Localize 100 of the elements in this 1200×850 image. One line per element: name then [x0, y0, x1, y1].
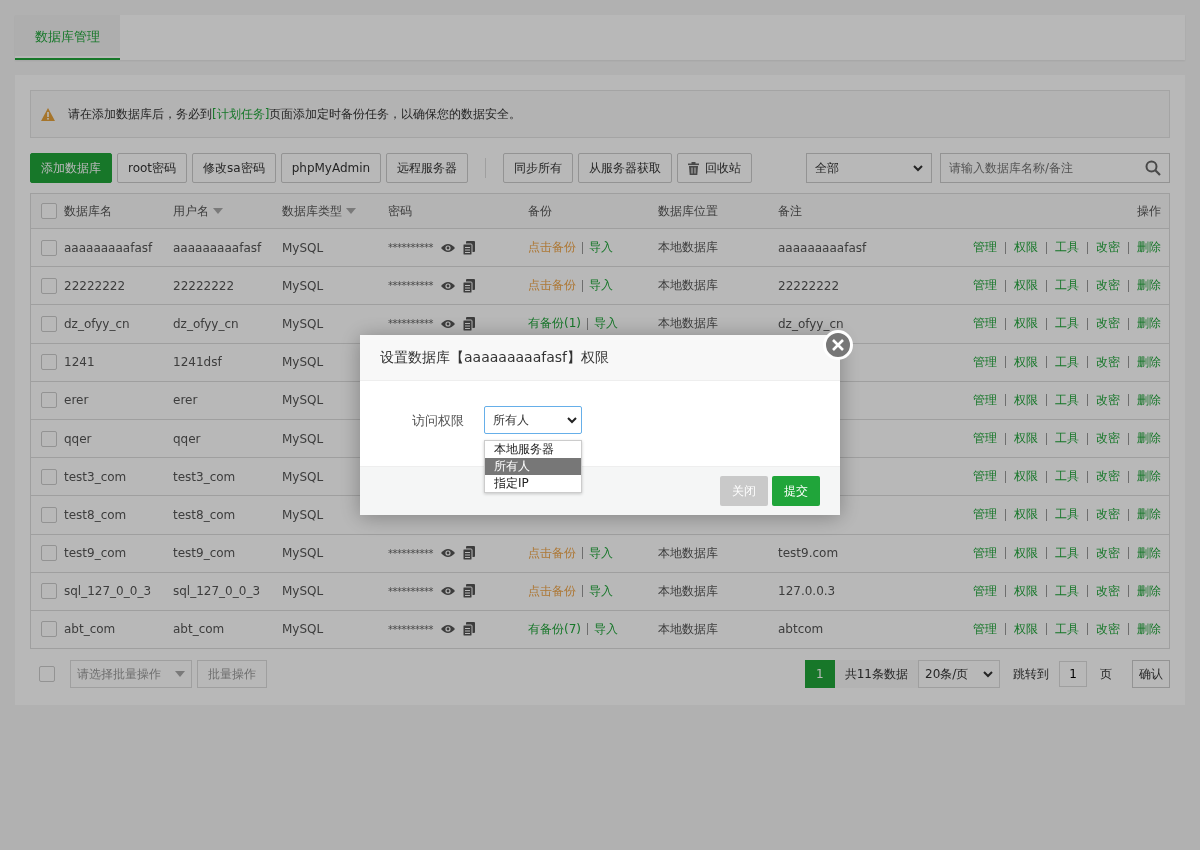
checkbox[interactable] — [40, 203, 57, 219]
action-link[interactable]: 工具 — [1055, 353, 1079, 371]
import-link[interactable]: 导入 — [589, 277, 613, 295]
action-link[interactable]: 改密 — [1096, 277, 1120, 295]
action-link[interactable]: 管理 — [973, 544, 997, 562]
action-link[interactable]: 权限 — [1014, 391, 1038, 409]
action-link[interactable]: 改密 — [1096, 315, 1120, 333]
action-link[interactable]: 改密 — [1096, 582, 1120, 600]
action-link[interactable]: 权限 — [1014, 544, 1038, 562]
column-header[interactable]: 用户名 — [173, 202, 223, 220]
action-link[interactable]: 工具 — [1055, 620, 1079, 638]
action-link[interactable]: 管理 — [973, 391, 997, 409]
action-link[interactable]: 删除 — [1137, 353, 1161, 371]
search-field[interactable]: 请输入数据库名称/备注 — [940, 153, 1170, 183]
action-link[interactable]: 工具 — [1055, 430, 1079, 448]
toolbar-button[interactable]: 修改sa密码 — [192, 153, 276, 183]
backup-link[interactable]: 点击备份 — [528, 544, 576, 562]
action-link[interactable]: 管理 — [973, 506, 997, 524]
action-link[interactable]: 删除 — [1137, 430, 1161, 448]
copy-icon[interactable] — [463, 240, 475, 255]
checkbox[interactable] — [40, 545, 57, 562]
action-link[interactable]: 改密 — [1096, 430, 1120, 448]
copy-icon[interactable] — [463, 316, 475, 331]
copy-icon[interactable] — [463, 546, 475, 561]
eye-icon[interactable] — [441, 548, 455, 559]
checkbox[interactable] — [40, 315, 57, 332]
filter-select[interactable]: 全部 — [806, 153, 932, 183]
checkbox[interactable] — [40, 430, 57, 447]
action-link[interactable]: 删除 — [1137, 544, 1161, 562]
batch-select[interactable]: 请选择批量操作 — [70, 660, 192, 689]
action-link[interactable]: 工具 — [1055, 468, 1079, 486]
eye-icon[interactable] — [441, 280, 455, 291]
action-link[interactable]: 管理 — [973, 239, 997, 257]
notice-link[interactable]: [计划任务] — [212, 106, 270, 121]
checkbox[interactable] — [39, 666, 55, 683]
action-link[interactable]: 删除 — [1137, 582, 1161, 600]
action-link[interactable]: 权限 — [1014, 353, 1038, 371]
column-header[interactable]: 数据库类型 — [282, 202, 356, 220]
checkbox[interactable] — [40, 354, 57, 371]
action-link[interactable]: 权限 — [1014, 277, 1038, 295]
import-link[interactable]: 导入 — [589, 582, 613, 600]
eye-icon[interactable] — [441, 318, 455, 329]
page-button[interactable]: 1 — [804, 660, 835, 689]
action-link[interactable]: 删除 — [1137, 315, 1161, 333]
action-link[interactable]: 管理 — [973, 353, 997, 371]
copy-icon[interactable] — [463, 278, 475, 293]
action-link[interactable]: 管理 — [973, 430, 997, 448]
action-link[interactable]: 改密 — [1096, 391, 1120, 409]
action-link[interactable]: 权限 — [1014, 430, 1038, 448]
action-link[interactable]: 改密 — [1096, 620, 1120, 638]
action-link[interactable]: 改密 — [1096, 468, 1120, 486]
checkbox[interactable] — [40, 468, 57, 485]
action-link[interactable]: 管理 — [973, 620, 997, 638]
tab[interactable]: 数据库管理 — [15, 15, 120, 60]
copy-icon[interactable] — [463, 622, 475, 637]
dropdown-option[interactable]: 本地服务器 — [485, 441, 581, 458]
checkbox[interactable] — [40, 277, 57, 294]
action-link[interactable]: 删除 — [1137, 468, 1161, 486]
checkbox[interactable] — [40, 583, 57, 600]
action-link[interactable]: 管理 — [973, 277, 997, 295]
action-link[interactable]: 管理 — [973, 468, 997, 486]
eye-icon[interactable] — [441, 586, 455, 597]
toolbar-button[interactable]: phpMyAdmin — [280, 153, 382, 183]
page-size-select[interactable]: 20条/页 — [918, 660, 1000, 689]
import-link[interactable]: 导入 — [594, 315, 618, 333]
action-link[interactable]: 删除 — [1137, 239, 1161, 257]
access-select[interactable]: 所有人 — [484, 406, 582, 434]
backup-link[interactable]: 点击备份 — [528, 239, 576, 257]
backup-link[interactable]: 有备份(7) — [528, 620, 581, 638]
checkbox[interactable] — [40, 239, 57, 256]
action-link[interactable]: 权限 — [1014, 506, 1038, 524]
backup-link[interactable]: 有备份(1) — [528, 315, 581, 333]
import-link[interactable]: 导入 — [589, 544, 613, 562]
dropdown-option[interactable]: 指定IP — [485, 475, 581, 492]
action-link[interactable]: 改密 — [1096, 506, 1120, 524]
action-link[interactable]: 改密 — [1096, 544, 1120, 562]
action-link[interactable]: 权限 — [1014, 620, 1038, 638]
action-link[interactable]: 管理 — [973, 582, 997, 600]
batch-button[interactable]: 批量操作 — [197, 660, 267, 689]
eye-icon[interactable] — [441, 624, 455, 635]
action-link[interactable]: 改密 — [1096, 353, 1120, 371]
toolbar-button[interactable]: 添加数据库 — [30, 153, 112, 183]
toolbar-button[interactable]: 从服务器获取 — [578, 153, 673, 183]
action-link[interactable]: 权限 — [1014, 239, 1038, 257]
dialog-button[interactable]: 提交 — [772, 476, 820, 506]
toolbar-button[interactable]: 回收站 — [677, 153, 753, 183]
dropdown-option[interactable]: 所有人 — [485, 458, 581, 475]
action-link[interactable]: 权限 — [1014, 468, 1038, 486]
action-link[interactable]: 工具 — [1055, 391, 1079, 409]
action-link[interactable]: 权限 — [1014, 582, 1038, 600]
action-link[interactable]: 工具 — [1055, 506, 1079, 524]
toolbar-button[interactable]: 远程服务器 — [386, 153, 469, 183]
eye-icon[interactable] — [441, 242, 455, 253]
copy-icon[interactable] — [463, 584, 475, 599]
import-link[interactable]: 导入 — [589, 239, 613, 257]
toolbar-button[interactable]: root密码 — [117, 153, 188, 183]
action-link[interactable]: 工具 — [1055, 239, 1079, 257]
backup-link[interactable]: 点击备份 — [528, 277, 576, 295]
action-link[interactable]: 工具 — [1055, 277, 1079, 295]
action-link[interactable]: 改密 — [1096, 239, 1120, 257]
